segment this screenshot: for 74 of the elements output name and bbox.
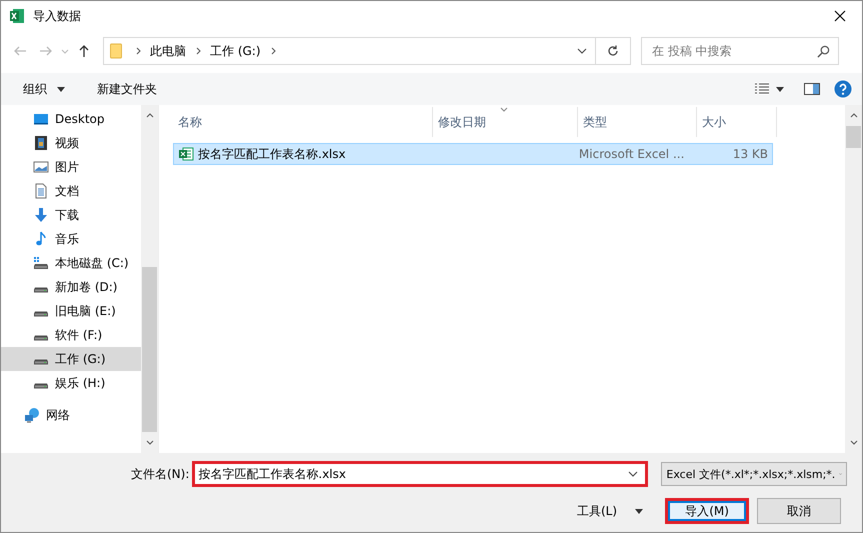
organize-button[interactable]: 组织 [19, 80, 51, 98]
chevron-right-icon [194, 47, 202, 55]
column-header[interactable]: 大小 [697, 107, 777, 137]
chevron-right-icon [134, 47, 142, 55]
sidebar-item[interactable]: 娱乐 (H:) [1, 371, 141, 395]
breadcrumb-item[interactable]: 此电脑 [150, 42, 186, 60]
window-title: 导入数据 [33, 8, 82, 24]
desktop-icon [33, 111, 49, 127]
sidebar-item[interactable]: 工作 (G:) [1, 347, 141, 371]
chevron-down-icon[interactable] [577, 46, 587, 56]
new-folder-button[interactable]: 新建文件夹 [93, 80, 161, 98]
system-drive-icon [33, 255, 49, 271]
scroll-thumb[interactable] [142, 267, 157, 432]
drive-icon [33, 287, 49, 293]
chevron-down-icon[interactable] [628, 469, 638, 479]
scroll-up-icon[interactable] [146, 113, 154, 118]
file-name: 按名字匹配工作表名称.xlsx [198, 146, 346, 162]
sidebar-item[interactable]: 网络 [1, 403, 141, 427]
spreadsheet-app-icon [9, 8, 25, 24]
preview-pane-icon[interactable] [804, 83, 820, 95]
scroll-down-icon[interactable] [146, 440, 154, 445]
search-icon [817, 44, 830, 58]
sidebar-item[interactable]: 图片 [1, 155, 141, 179]
column-header[interactable]: 类型 [578, 107, 697, 137]
drive-icon [33, 359, 49, 365]
sort-chevron-icon [500, 107, 508, 112]
document-icon [33, 183, 49, 199]
file-type-dropdown[interactable]: Excel 文件(*.xl*;*.xlsx;*.xlsm;*. [661, 462, 848, 486]
close-icon[interactable] [834, 10, 846, 22]
import-button[interactable]: 导入(M) [665, 498, 750, 524]
address-bar[interactable]: 此电脑 工作 (G:) [103, 37, 631, 65]
caret-icon [57, 86, 65, 92]
file-row[interactable]: 按名字匹配工作表名称.xlsx Microsoft Excel ... 13 KB [173, 143, 773, 165]
sidebar-item[interactable]: 本地磁盘 (C:) [1, 251, 141, 275]
breadcrumb-item[interactable]: 工作 (G:) [210, 42, 261, 60]
picture-icon [33, 159, 49, 175]
network-globe-icon [24, 407, 40, 423]
spreadsheet-file-icon [178, 146, 194, 162]
cancel-button[interactable]: 取消 [757, 498, 842, 524]
drive-icon [33, 311, 49, 317]
drive-icon [33, 335, 49, 341]
sidebar-item[interactable]: 音乐 [1, 227, 141, 251]
up-arrow-icon[interactable] [77, 44, 91, 58]
file-type: Microsoft Excel ... [578, 146, 686, 163]
column-header[interactable]: 名称 [173, 107, 433, 137]
sidebar-scrollbar[interactable] [141, 105, 158, 453]
sidebar-item[interactable]: 旧电脑 (E:) [1, 299, 141, 323]
sidebar-item[interactable]: 软件 (F:) [1, 323, 141, 347]
sidebar-item[interactable]: 文档 [1, 179, 141, 203]
file-list-scrollbar[interactable] [845, 105, 862, 453]
filename-label: 文件名(N): [131, 466, 190, 482]
help-icon[interactable] [834, 80, 852, 98]
filename-field[interactable]: 按名字匹配工作表名称.xlsx [193, 462, 648, 486]
folder-icon [110, 43, 122, 59]
scroll-thumb[interactable] [846, 126, 861, 148]
scroll-down-icon[interactable] [850, 440, 858, 445]
sidebar-item[interactable]: 新加卷 (D:) [1, 275, 141, 299]
caret-icon[interactable] [635, 508, 644, 514]
download-arrow-icon [33, 207, 49, 223]
column-header[interactable]: 修改日期 [433, 107, 578, 137]
refresh-icon[interactable] [606, 44, 620, 58]
sidebar-item[interactable]: Desktop [1, 107, 141, 131]
chevron-right-icon [268, 47, 277, 55]
sidebar-item[interactable]: 下载 [1, 203, 141, 227]
search-field[interactable]: 在 投稿 中搜索 [641, 37, 839, 65]
view-options-icon[interactable] [754, 83, 770, 95]
file-size: 13 KB [732, 146, 769, 163]
drive-icon [33, 383, 49, 389]
scroll-up-icon[interactable] [850, 113, 858, 118]
caret-icon[interactable] [776, 86, 784, 92]
film-icon [33, 135, 49, 151]
search-input[interactable]: 在 投稿 中搜索 [650, 43, 817, 59]
sidebar-item[interactable]: 视频 [1, 131, 141, 155]
tools-button[interactable]: 工具(L) [571, 502, 624, 520]
